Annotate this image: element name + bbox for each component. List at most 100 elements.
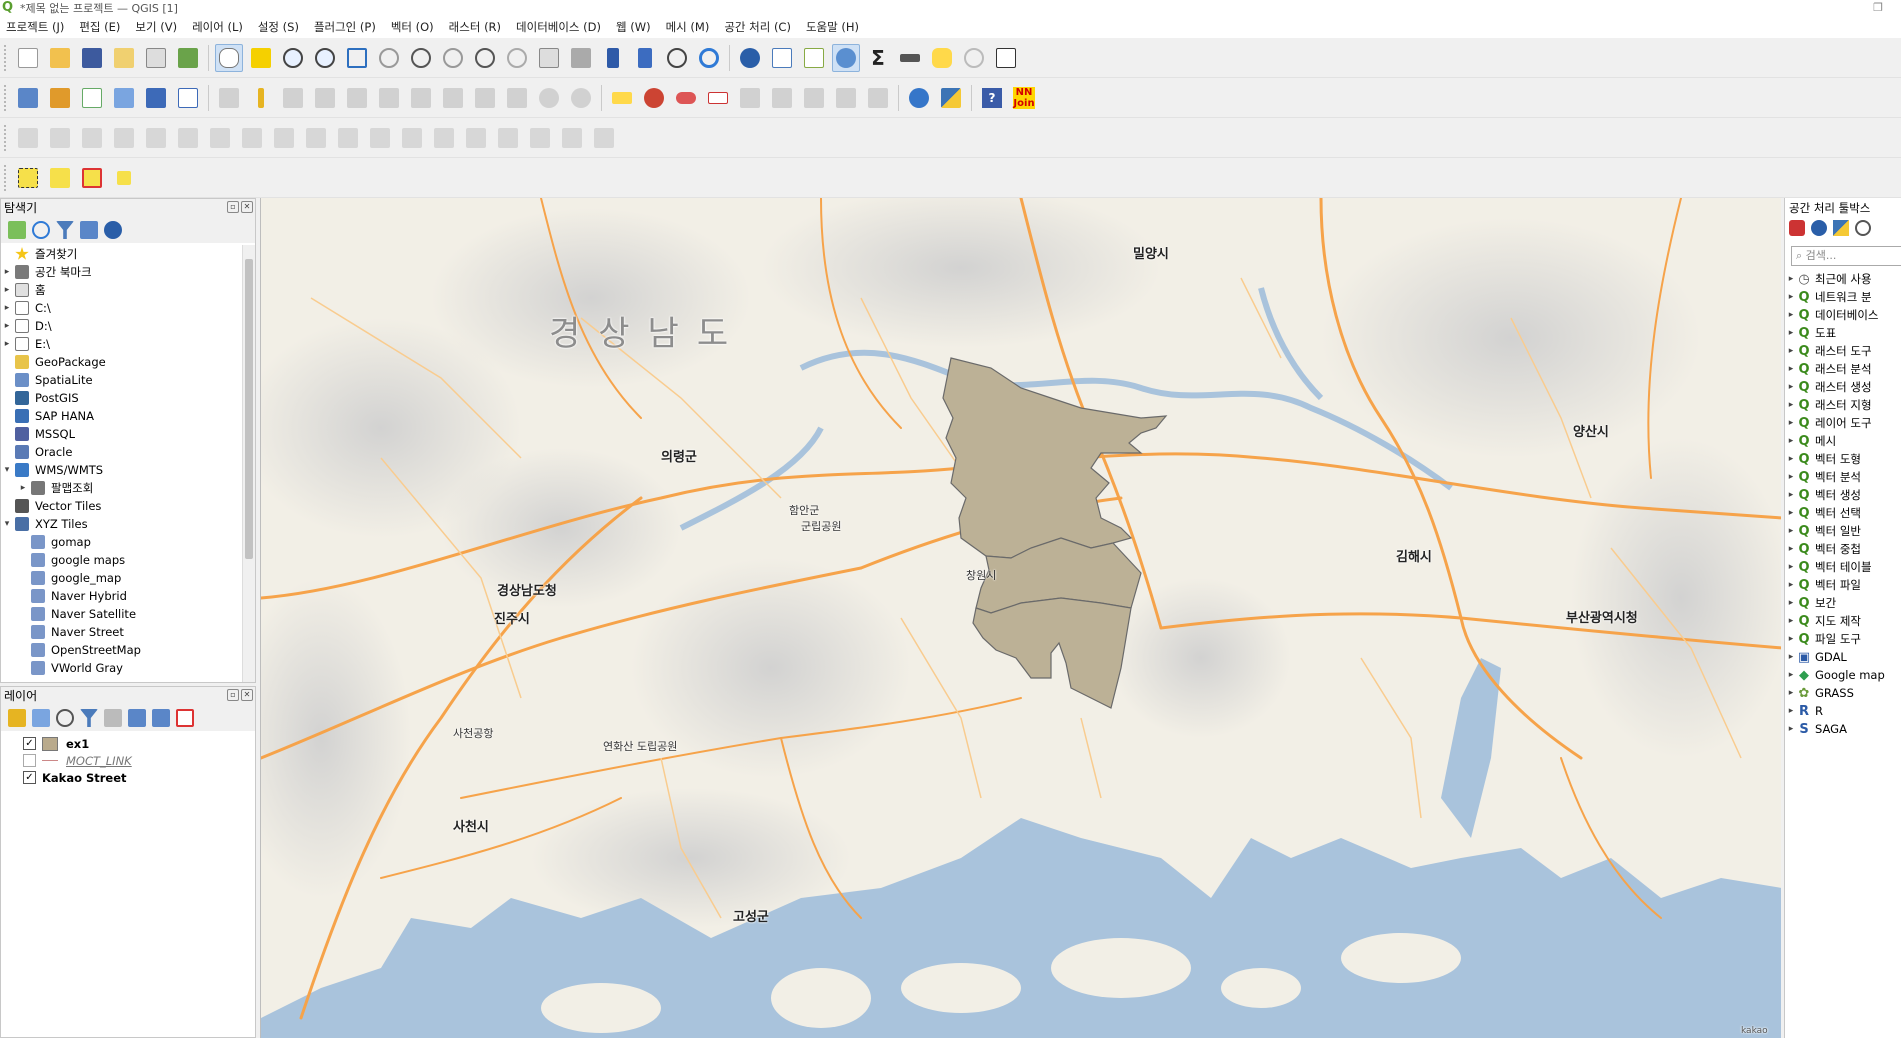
processing-group[interactable]: ▸ Q 래스터 지형 [1785, 396, 1901, 414]
scrollbar-thumb[interactable] [245, 259, 253, 559]
delete-selected-button[interactable] [407, 84, 435, 112]
processing-group[interactable]: ▸ Q 벡터 중첩 [1785, 540, 1901, 558]
map-canvas[interactable]: 경상남도 밀양시 양산시 김해시 부산광역시청 창원시 진주시 경상남도청 의령… [260, 198, 1781, 1038]
undo-button[interactable] [535, 84, 563, 112]
close-panel-button[interactable]: ✕ [241, 689, 253, 701]
processing-group[interactable]: ▸ Q 데이터베이스 [1785, 306, 1901, 324]
browser-item[interactable]: ▸ 팔맵조회 [1, 479, 241, 497]
collapse-all-icon[interactable] [80, 221, 98, 239]
new-print-layout-button[interactable] [110, 44, 138, 72]
save-project-button[interactable] [78, 44, 106, 72]
cut-features-button[interactable] [439, 84, 467, 112]
text-annotation-button[interactable] [992, 44, 1020, 72]
browser-item[interactable]: VWorld Gray [1, 659, 241, 677]
layer-item-moct-link[interactable]: MOCT_LINK [1, 752, 255, 769]
rotate-label-button[interactable] [832, 84, 860, 112]
browser-item[interactable]: google_map [1, 569, 241, 587]
processing-group[interactable]: ▸ ✿ GRASS [1785, 684, 1901, 702]
zoom-out-button[interactable] [311, 44, 339, 72]
collapse-arrow-icon[interactable]: ▾ [1, 519, 13, 529]
expand-arrow-icon[interactable]: ▸ [1785, 724, 1797, 734]
diagram-options-button[interactable] [672, 84, 700, 112]
expand-arrow-icon[interactable]: ▸ [1785, 562, 1797, 572]
layout-manager-button[interactable] [142, 44, 170, 72]
browser-item[interactable]: Naver Hybrid [1, 587, 241, 605]
change-label-button[interactable] [864, 84, 892, 112]
browser-item[interactable]: Oracle [1, 443, 241, 461]
split-parts-button[interactable] [430, 124, 458, 152]
data-source-manager-button[interactable] [14, 84, 42, 112]
close-panel-button[interactable]: ✕ [241, 201, 253, 213]
current-edits-button[interactable] [215, 84, 243, 112]
new-3d-view-button[interactable] [567, 44, 595, 72]
vertex-tool-button[interactable] [343, 84, 371, 112]
layer-visibility-checkbox[interactable]: ✓ [23, 737, 36, 750]
layer-item-ex1[interactable]: ✓ ex1 [1, 735, 255, 752]
processing-group[interactable]: ▸ Q 네트워크 분 [1785, 288, 1901, 306]
add-selected-layers-icon[interactable] [8, 221, 26, 239]
processing-group[interactable]: ▸ Q 도표 [1785, 324, 1901, 342]
new-layer-button[interactable] [46, 84, 74, 112]
reverse-line-button[interactable] [334, 124, 362, 152]
expand-arrow-icon[interactable]: ▸ [1785, 544, 1797, 554]
filter-legend-icon[interactable] [80, 709, 98, 727]
select-by-expression-button[interactable] [46, 164, 74, 192]
add-part-button[interactable] [142, 124, 170, 152]
expand-arrow-icon[interactable]: ▸ [1785, 490, 1797, 500]
delete-ring-button[interactable] [206, 124, 234, 152]
processing-group[interactable]: ▸ S SAGA [1785, 720, 1901, 738]
expand-arrow-icon[interactable]: ▸ [1785, 472, 1797, 482]
browser-item[interactable]: GeoPackage [1, 353, 241, 371]
expand-arrow-icon[interactable]: ▸ [1785, 634, 1797, 644]
processing-group[interactable]: ▸ R R [1785, 702, 1901, 720]
processing-group[interactable]: ▸ Q 벡터 생성 [1785, 486, 1901, 504]
browser-item[interactable]: ▸ D:\ [1, 317, 241, 335]
expand-arrow-icon[interactable]: ▸ [1785, 670, 1797, 680]
simplify-feature-button[interactable] [78, 124, 106, 152]
help-contents-button[interactable]: ? [978, 84, 1006, 112]
expand-arrow-icon[interactable]: ▸ [1785, 400, 1797, 410]
new-map-view-button[interactable] [535, 44, 563, 72]
zoom-next-button[interactable] [503, 44, 531, 72]
expand-arrow-icon[interactable]: ▸ [1785, 418, 1797, 428]
menu-settings[interactable]: 설정 (S) [258, 19, 299, 35]
menu-processing[interactable]: 공간 처리 (C) [724, 19, 791, 35]
merge-features-button[interactable] [462, 124, 490, 152]
save-edits-button[interactable] [279, 84, 307, 112]
browser-item[interactable]: SAP HANA [1, 407, 241, 425]
browser-item[interactable]: OpenStreetMap [1, 641, 241, 659]
processing-search-input[interactable]: ⌕ 검색... [1791, 246, 1901, 266]
filter-icon[interactable] [56, 221, 74, 239]
processing-group[interactable]: ▸ Q 벡터 파일 [1785, 576, 1901, 594]
move-feature-button[interactable] [14, 124, 42, 152]
browser-item[interactable]: Naver Street [1, 623, 241, 641]
menu-mesh[interactable]: 메시 (M) [666, 19, 710, 35]
refresh-button[interactable] [695, 44, 723, 72]
pan-map-button[interactable] [215, 43, 243, 72]
expand-arrow-icon[interactable]: ▸ [1785, 454, 1797, 464]
menu-edit[interactable]: 편집 (E) [79, 19, 120, 35]
new-bookmark-button[interactable] [599, 44, 627, 72]
browser-scrollbar[interactable] [242, 245, 255, 682]
toggle-editing-button[interactable] [247, 84, 275, 112]
add-ring-button[interactable] [110, 124, 138, 152]
shape-digitize-button[interactable] [590, 124, 618, 152]
menu-project[interactable]: 프로젝트 (J) [6, 19, 64, 35]
menu-raster[interactable]: 래스터 (R) [449, 19, 501, 35]
add-group-icon[interactable] [32, 709, 50, 727]
manage-map-themes-icon[interactable] [56, 709, 74, 727]
expand-arrow-icon[interactable]: ▸ [1785, 526, 1797, 536]
select-features-button[interactable] [14, 164, 42, 192]
python-console-button[interactable] [937, 84, 965, 112]
move-label-button[interactable] [800, 84, 828, 112]
expand-arrow-icon[interactable]: ▸ [1785, 310, 1797, 320]
nnjoin-button[interactable]: NN Join [1010, 84, 1038, 112]
float-panel-button[interactable]: ▫ [227, 689, 239, 701]
expand-arrow-icon[interactable]: ▸ [1785, 706, 1797, 716]
expand-arrow-icon[interactable]: ▸ [1, 321, 13, 331]
show-hide-labels-button[interactable] [768, 84, 796, 112]
browser-item[interactable]: ▸ E:\ [1, 335, 241, 353]
split-features-button[interactable] [398, 124, 426, 152]
new-project-button[interactable] [14, 44, 42, 72]
processing-group[interactable]: ▸ Q 래스터 도구 [1785, 342, 1901, 360]
